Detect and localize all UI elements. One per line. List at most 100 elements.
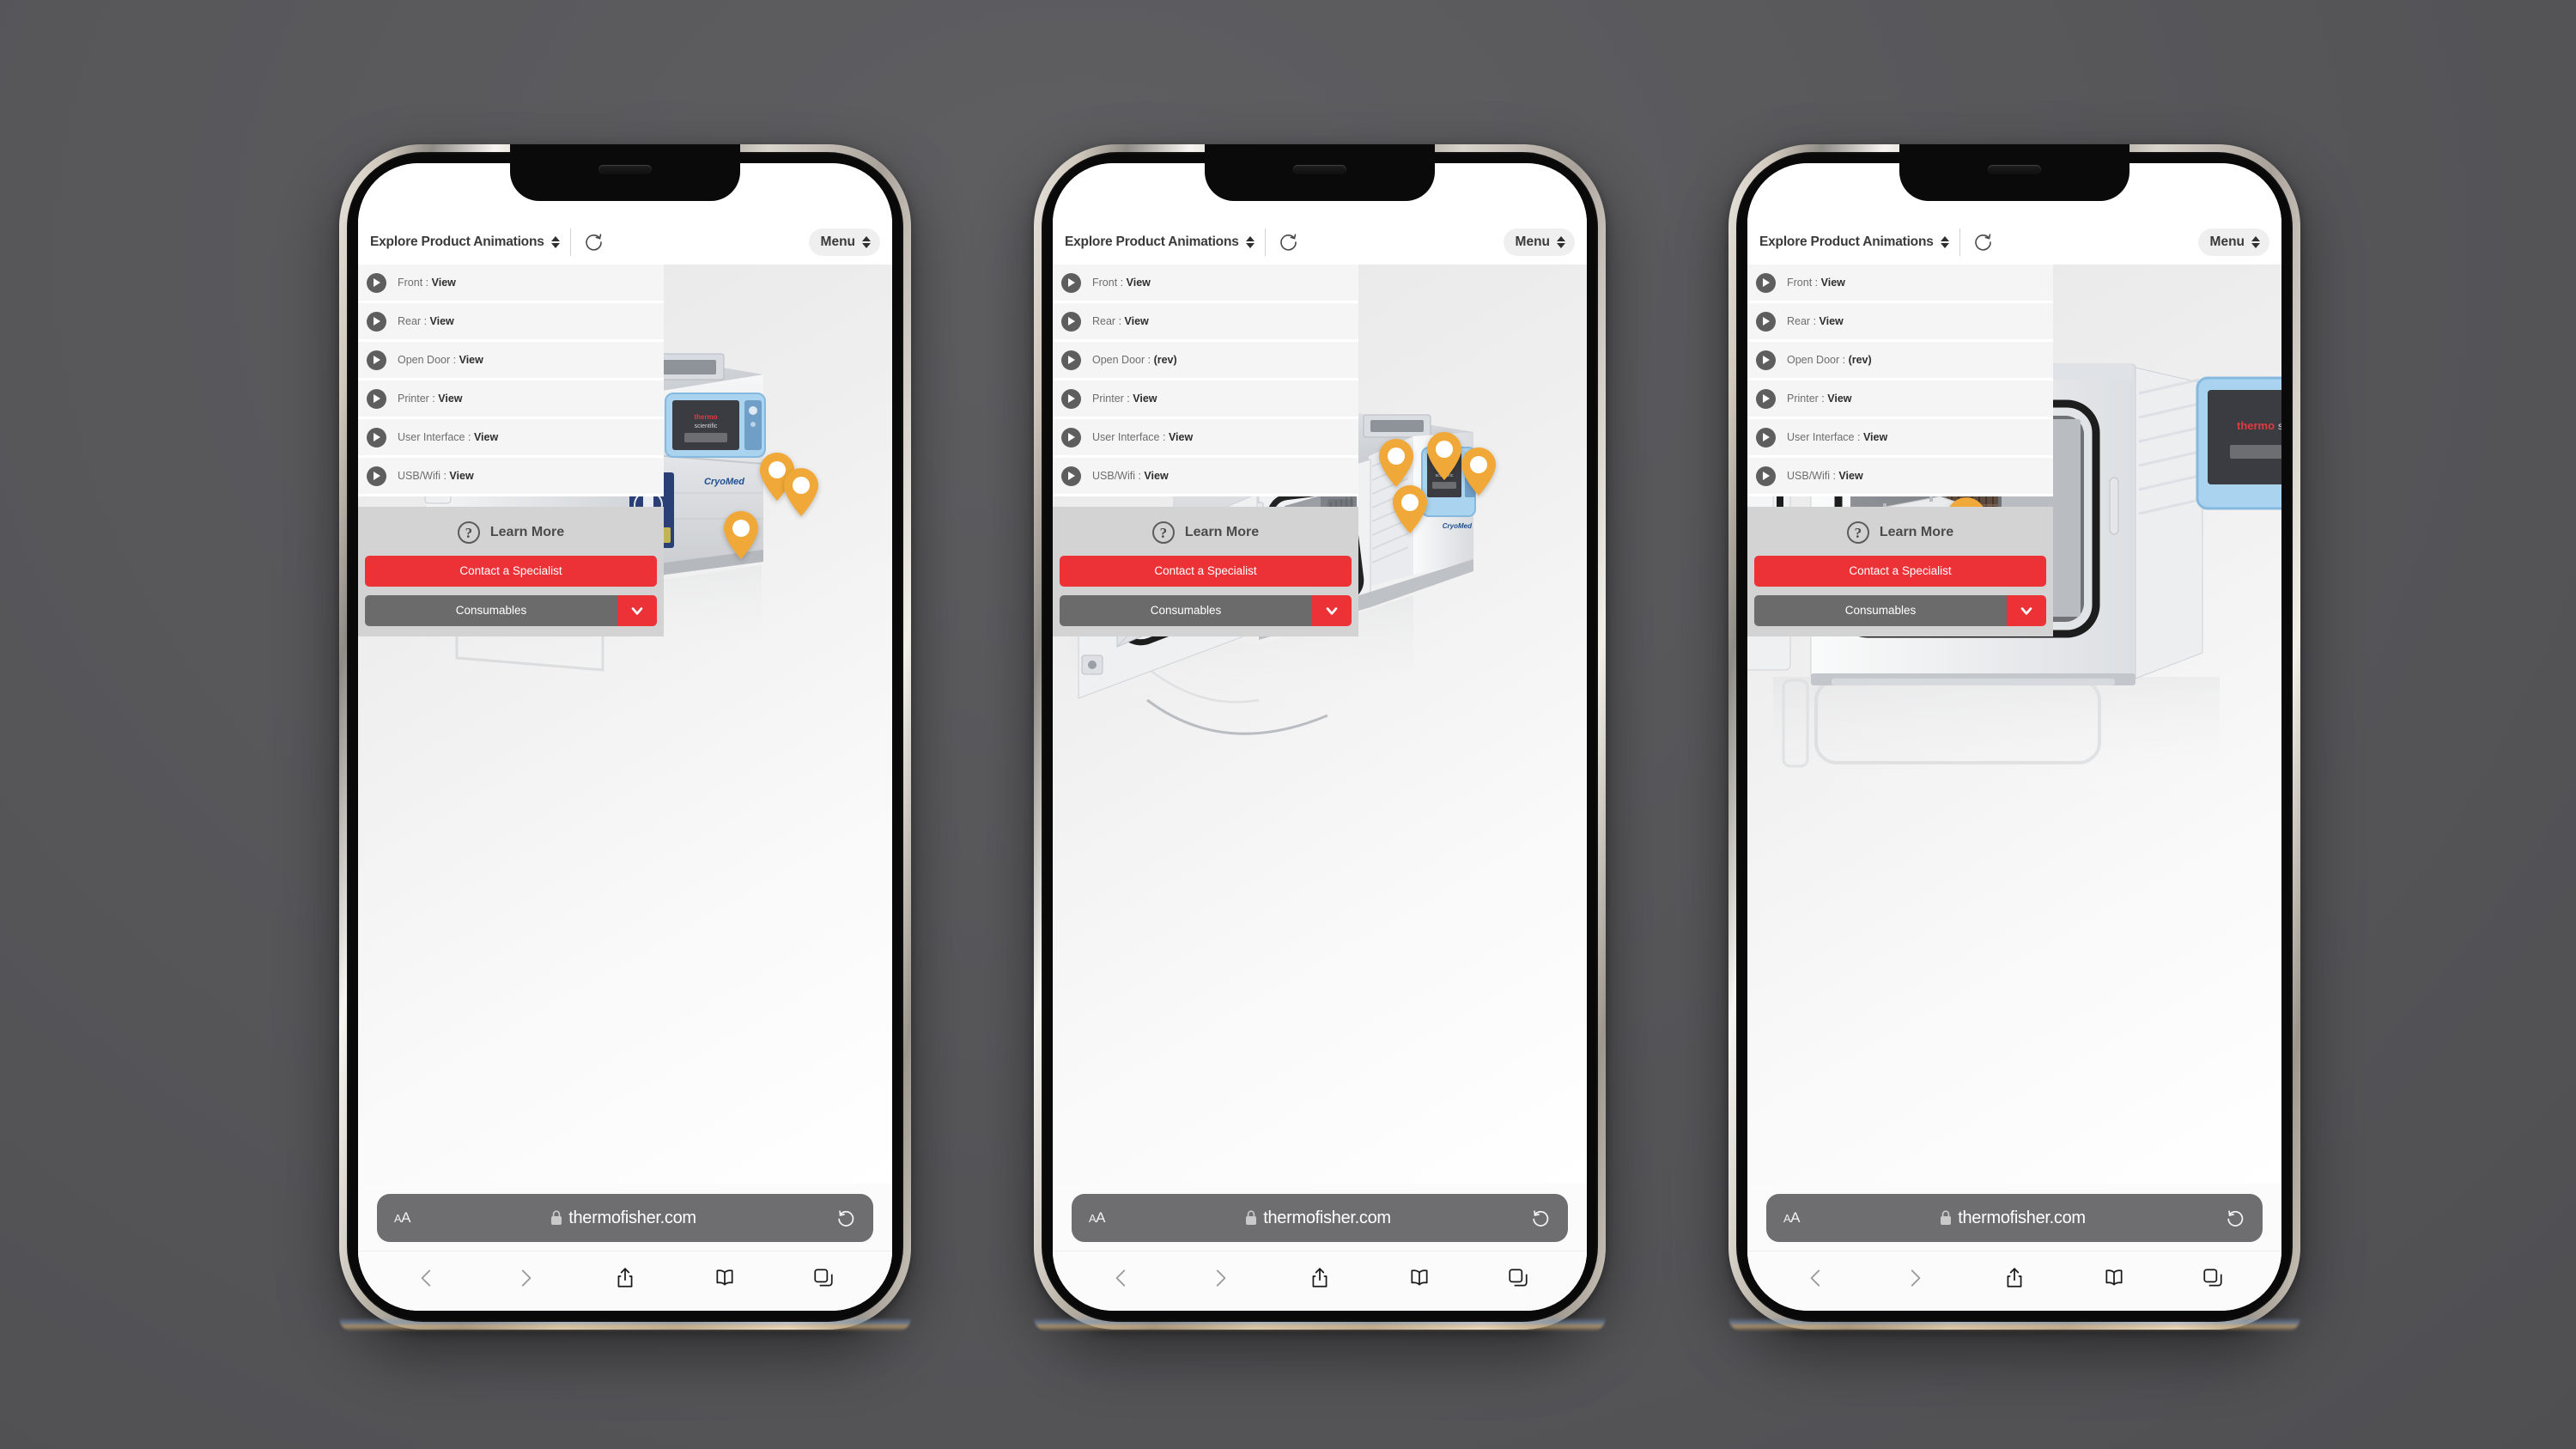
list-item-label: Rear : View <box>398 315 454 327</box>
list-item-label: Printer : View <box>1787 393 1852 405</box>
hotspot-pin-display[interactable] <box>1460 447 1498 496</box>
list-item[interactable]: USB/Wifi : View <box>1053 458 1358 496</box>
book-icon[interactable] <box>714 1266 736 1290</box>
reload-icon <box>838 1209 854 1227</box>
list-item[interactable]: User Interface : View <box>1053 419 1358 458</box>
chevron-left-icon[interactable] <box>416 1266 438 1290</box>
svg-text:scientific: scientific <box>2278 420 2281 432</box>
consumables-caret-button[interactable] <box>2007 595 2046 626</box>
contact-specialist-button[interactable]: Contact a Specialist <box>1754 556 2046 587</box>
list-item[interactable]: USB/Wifi : View <box>1747 458 2053 496</box>
hotspot-pin-display[interactable] <box>782 467 820 517</box>
phone-screen: thermo scientific Explore Product Animat… <box>1747 163 2281 1311</box>
address-bar[interactable]: AA thermofisher.com <box>1766 1194 2263 1242</box>
up-down-stepper-icon[interactable] <box>1245 236 1255 248</box>
hotspot-pin-printer[interactable] <box>1425 431 1463 481</box>
play-icon <box>1756 388 1776 409</box>
chevron-left-icon[interactable] <box>1805 1266 1827 1290</box>
list-item[interactable]: User Interface : View <box>1747 419 2053 458</box>
up-down-stepper-icon[interactable] <box>550 236 560 248</box>
contact-specialist-button[interactable]: Contact a Specialist <box>365 556 657 587</box>
list-item[interactable]: Printer : View <box>1053 381 1358 419</box>
play-icon <box>367 466 386 486</box>
play-icon <box>1756 311 1776 332</box>
list-item[interactable]: Front : View <box>1747 265 2053 303</box>
share-icon[interactable] <box>614 1266 636 1290</box>
address-bar[interactable]: AA thermofisher.com <box>377 1194 873 1242</box>
earpiece-speaker <box>598 165 652 174</box>
safari-toolbar <box>1747 1251 2281 1304</box>
list-item[interactable]: Front : View <box>1053 265 1358 303</box>
safari-browser-chrome: AA thermofisher.com <box>1053 1184 1587 1311</box>
list-item[interactable]: Rear : View <box>1747 303 2053 342</box>
chevron-right-icon[interactable] <box>514 1266 537 1290</box>
play-icon <box>1756 466 1776 486</box>
share-icon[interactable] <box>1309 1266 1331 1290</box>
page-title: Explore Product Animations <box>1759 234 1934 249</box>
list-item-label: Printer : View <box>1092 393 1157 405</box>
learn-more-label: Learn More <box>1184 525 1260 539</box>
up-down-stepper-icon[interactable] <box>1940 236 1949 248</box>
book-icon[interactable] <box>1408 1266 1431 1290</box>
list-item[interactable]: USB/Wifi : View <box>358 458 664 496</box>
consumables-caret-button[interactable] <box>1312 595 1352 626</box>
hotspot-pin-rear-top[interactable] <box>1377 438 1415 488</box>
list-item[interactable]: Open Door : (rev) <box>1747 342 2053 381</box>
reload-icon <box>1533 1209 1549 1227</box>
learn-more-row[interactable]: ? Learn More <box>365 514 657 551</box>
svg-text:thermo: thermo <box>694 413 717 421</box>
list-item[interactable]: Open Door : View <box>358 342 664 381</box>
list-item[interactable]: Open Door : (rev) <box>1053 342 1358 381</box>
hotspot-pin-valve[interactable] <box>722 510 760 560</box>
toolbar-divider <box>1959 228 1960 256</box>
tabs-icon[interactable] <box>2202 1266 2224 1290</box>
contact-specialist-button[interactable]: Contact a Specialist <box>1060 556 1352 587</box>
safari-browser-chrome: AA thermofisher.com <box>358 1184 892 1311</box>
text-size-button[interactable]: AA <box>394 1209 411 1227</box>
menu-button[interactable]: Menu <box>1503 228 1575 256</box>
web-app-viewport: thermo scientific CryoMed <box>1053 163 1587 1311</box>
consumables-dropdown[interactable]: Consumables <box>365 595 657 626</box>
list-item[interactable]: Printer : View <box>1747 381 2053 419</box>
svg-text:scientific: scientific <box>695 423 718 429</box>
list-item[interactable]: Rear : View <box>1053 303 1358 342</box>
list-item[interactable]: Rear : View <box>358 303 664 342</box>
text-size-button[interactable]: AA <box>1783 1209 1801 1227</box>
tabs-icon[interactable] <box>1507 1266 1529 1290</box>
list-item[interactable]: Front : View <box>358 265 664 303</box>
address-bar[interactable]: AA thermofisher.com <box>1072 1194 1568 1242</box>
phone-screen: thermo scientific thermo scientific <box>358 163 892 1311</box>
menu-label: Menu <box>820 234 855 249</box>
list-item[interactable]: User Interface : View <box>358 419 664 458</box>
reload-icon[interactable] <box>1972 232 1993 253</box>
reload-icon[interactable] <box>583 232 604 253</box>
learn-more-row[interactable]: ? Learn More <box>1754 514 2046 551</box>
reload-icon[interactable] <box>1278 232 1298 253</box>
consumables-dropdown[interactable]: Consumables <box>1754 595 2046 626</box>
share-icon[interactable] <box>2003 1266 2026 1290</box>
play-icon <box>367 350 386 370</box>
consumables-caret-button[interactable] <box>617 595 657 626</box>
menu-button[interactable]: Menu <box>2197 228 2269 256</box>
up-down-stepper-icon[interactable] <box>1557 236 1565 248</box>
svg-text:thermo: thermo <box>2237 419 2275 432</box>
menu-button[interactable]: Menu <box>808 228 880 256</box>
consumables-label: Consumables <box>1060 595 1312 626</box>
chevron-right-icon[interactable] <box>1904 1266 1926 1290</box>
chevron-left-icon[interactable] <box>1110 1266 1133 1290</box>
consumables-dropdown[interactable]: Consumables <box>1060 595 1352 626</box>
play-icon <box>367 272 386 293</box>
earpiece-speaker <box>1293 165 1346 174</box>
list-item-label: Open Door : (rev) <box>1787 354 1872 366</box>
tabs-icon[interactable] <box>812 1266 835 1290</box>
learn-more-label: Learn More <box>1879 525 1954 539</box>
hotspot-pin-chamber[interactable] <box>1391 484 1429 534</box>
list-item-label: Open Door : (rev) <box>1092 354 1177 366</box>
up-down-stepper-icon[interactable] <box>2251 236 2260 248</box>
chevron-right-icon[interactable] <box>1209 1266 1231 1290</box>
up-down-stepper-icon[interactable] <box>862 236 871 248</box>
text-size-button[interactable]: AA <box>1089 1209 1106 1227</box>
list-item[interactable]: Printer : View <box>358 381 664 419</box>
book-icon[interactable] <box>2103 1266 2125 1290</box>
learn-more-row[interactable]: ? Learn More <box>1060 514 1352 551</box>
